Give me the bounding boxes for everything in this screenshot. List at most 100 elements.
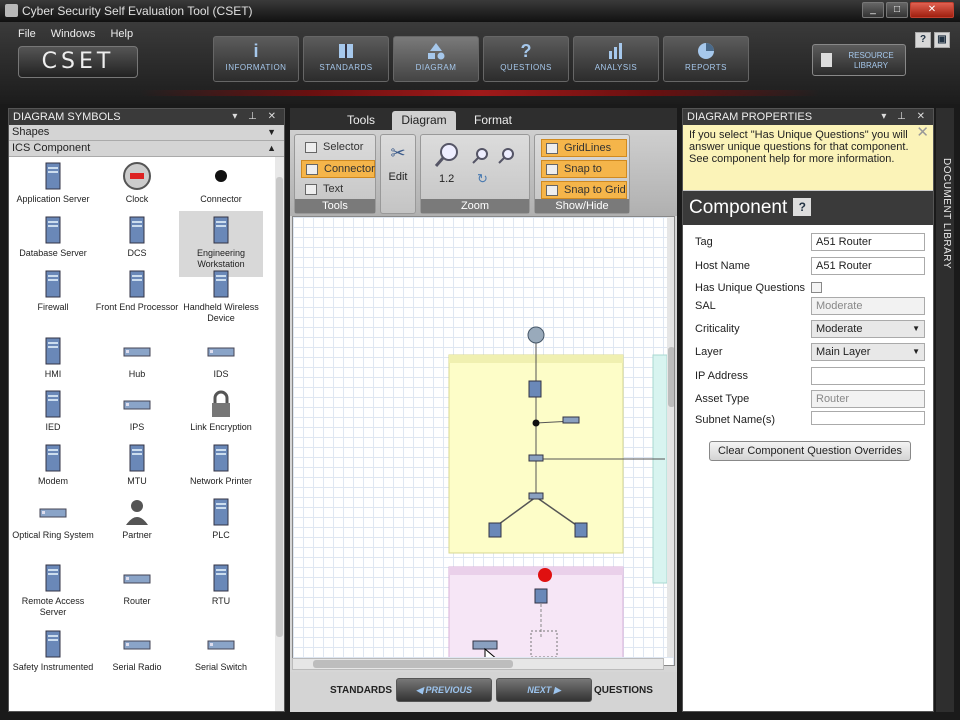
mtu-icon xyxy=(129,444,145,472)
clear-overrides-button[interactable]: Clear Component Question Overrides xyxy=(709,441,911,461)
nav-information[interactable]: i INFORMATION xyxy=(213,36,299,82)
panel-controls[interactable]: ▾ ⊥ ✕ xyxy=(232,109,280,125)
symbol-plc[interactable]: PLC xyxy=(179,493,263,559)
symbol-label: Database Server xyxy=(19,248,87,258)
layer-select[interactable]: Main Layer ▼ xyxy=(811,343,925,361)
pie-chart-icon xyxy=(664,41,748,63)
tab-tools[interactable]: Tools xyxy=(332,111,390,130)
selected-router-node[interactable] xyxy=(472,640,498,650)
scroll-thumb[interactable] xyxy=(276,177,283,637)
selector-tool[interactable]: Selector xyxy=(301,139,375,157)
symbol-partner[interactable]: Partner xyxy=(95,493,179,559)
ip-address-input[interactable] xyxy=(811,367,925,385)
connector-node[interactable] xyxy=(532,419,540,427)
minimize-button[interactable]: _ xyxy=(862,2,884,18)
scroll-thumb[interactable] xyxy=(313,660,513,668)
hub-node[interactable] xyxy=(528,492,544,500)
menu-bar: File Windows Help xyxy=(18,28,145,40)
nav-standards-label: STANDARDS xyxy=(319,63,373,72)
text-tool[interactable]: Text xyxy=(301,181,375,199)
symbol-handheld-wireless-device[interactable]: Handheld Wireless Device xyxy=(179,265,263,331)
next-section-label: QUESTIONS xyxy=(594,685,653,696)
tab-diagram[interactable]: Diagram xyxy=(392,111,456,130)
symbol-front-end-processor[interactable]: Front End Processor xyxy=(95,265,179,331)
workstation-node[interactable] xyxy=(574,522,588,538)
resource-library-button[interactable]: RESOURCE LIBRARY xyxy=(812,44,906,76)
snap-grid-toggle[interactable]: Snap to Grid xyxy=(541,181,627,199)
chevron-down-icon: ▼ xyxy=(267,127,276,137)
nav-analysis-label: ANALYSIS xyxy=(594,63,638,72)
diagram-icon xyxy=(394,41,478,63)
cloud-node[interactable] xyxy=(527,326,545,344)
firewall-node[interactable] xyxy=(528,454,544,462)
symbol-remote-access-server[interactable]: Remote Access Server xyxy=(11,559,95,625)
tab-format[interactable]: Format xyxy=(462,111,524,130)
bar-chart-icon xyxy=(574,41,658,63)
symbol-firewall[interactable]: Firewall xyxy=(11,265,95,331)
unique-questions-checkbox[interactable] xyxy=(811,282,822,293)
symbol-safety-instrumented[interactable]: Safety Instrumented xyxy=(11,625,95,691)
nav-standards[interactable]: STANDARDS xyxy=(303,36,389,82)
menu-help[interactable]: Help xyxy=(110,28,133,40)
group-edit[interactable]: ✂ Edit xyxy=(380,134,416,214)
previous-button[interactable]: ◀ PREVIOUS xyxy=(396,678,492,702)
info-note: If you select "Has Unique Questions" you… xyxy=(683,125,933,191)
section-ics-component[interactable]: ICS Component ▲ xyxy=(9,141,284,157)
server-node[interactable] xyxy=(528,380,542,398)
scroll-thumb[interactable] xyxy=(668,347,674,407)
symbols-scrollbar[interactable] xyxy=(275,157,284,711)
symbol-label: DCS xyxy=(127,248,147,258)
help-icon[interactable]: ? xyxy=(793,198,812,216)
camera-icon[interactable]: ▣ xyxy=(934,32,950,48)
section-shapes[interactable]: Shapes ▼ xyxy=(9,125,284,141)
maximize-button[interactable]: □ xyxy=(886,2,908,18)
panel-controls[interactable]: ▾ ⊥ ✕ xyxy=(881,109,929,125)
workstation-node[interactable] xyxy=(488,522,502,538)
dmz-zone[interactable] xyxy=(652,354,667,584)
asset-type-field: Router xyxy=(811,390,925,408)
zoom-icon[interactable] xyxy=(433,141,461,169)
gridlines-toggle[interactable]: GridLines xyxy=(541,139,627,157)
plant-server-node[interactable] xyxy=(534,588,548,604)
nav-questions-label: QUESTIONS xyxy=(500,63,552,72)
nav-analysis[interactable]: ANALYSIS xyxy=(573,36,659,82)
host-name-input[interactable]: A51 Router xyxy=(811,257,925,275)
symbol-router[interactable]: Router xyxy=(95,559,179,625)
document-library-label: DOCUMENT LIBRARY xyxy=(941,158,952,269)
diagram-canvas[interactable] xyxy=(292,216,675,666)
symbol-label: Firewall xyxy=(37,302,69,312)
menu-file[interactable]: File xyxy=(18,28,36,40)
symbol-label: Handheld Wireless Device xyxy=(183,302,259,323)
zoom-value[interactable]: 1.2 xyxy=(439,173,454,185)
symbol-label: Partner xyxy=(122,530,152,540)
canvas-vertical-scrollbar[interactable] xyxy=(667,217,674,657)
nav-reports[interactable]: REPORTS xyxy=(663,36,749,82)
snap-items-toggle[interactable]: Snap to Items xyxy=(541,160,627,192)
symbol-rtu[interactable]: RTU xyxy=(179,559,263,625)
close-button[interactable]: ✕ xyxy=(910,2,954,18)
refresh-icon[interactable]: ↻ xyxy=(477,171,488,187)
canvas-horizontal-scrollbar[interactable] xyxy=(292,658,664,670)
nav-diagram[interactable]: DIAGRAM xyxy=(393,36,479,82)
subnet-input[interactable] xyxy=(811,411,925,425)
group-zoom: 1.2 ↻ Zoom xyxy=(420,134,530,214)
symbol-serial-radio[interactable]: Serial Radio xyxy=(95,625,179,691)
symbol-optical-ring-system[interactable]: Optical Ring System xyxy=(11,493,95,559)
document-library-tab[interactable]: DOCUMENT LIBRARY xyxy=(936,108,954,712)
dcs-icon xyxy=(129,216,145,244)
nav-questions[interactable]: ? QUESTIONS xyxy=(483,36,569,82)
connector-tool[interactable]: Connector xyxy=(301,160,375,178)
tag-input[interactable]: A51 Router xyxy=(811,233,925,251)
next-button[interactable]: NEXT ▶ xyxy=(496,678,592,702)
nav-reports-label: REPORTS xyxy=(684,63,728,72)
optical-ring-system-icon xyxy=(39,508,67,518)
symbol-grid: Application Server Clock Connector Database… xyxy=(9,157,273,711)
symbol-serial-switch[interactable]: Serial Switch xyxy=(179,625,263,691)
menu-windows[interactable]: Windows xyxy=(51,28,96,40)
criticality-select[interactable]: Moderate ▼ xyxy=(811,320,925,338)
close-icon[interactable]: ✕ xyxy=(916,125,929,140)
router-node[interactable] xyxy=(562,416,580,424)
zoom-in-icon[interactable] xyxy=(471,147,489,165)
help-button[interactable]: ? xyxy=(915,32,931,48)
zoom-out-icon[interactable] xyxy=(497,147,515,165)
